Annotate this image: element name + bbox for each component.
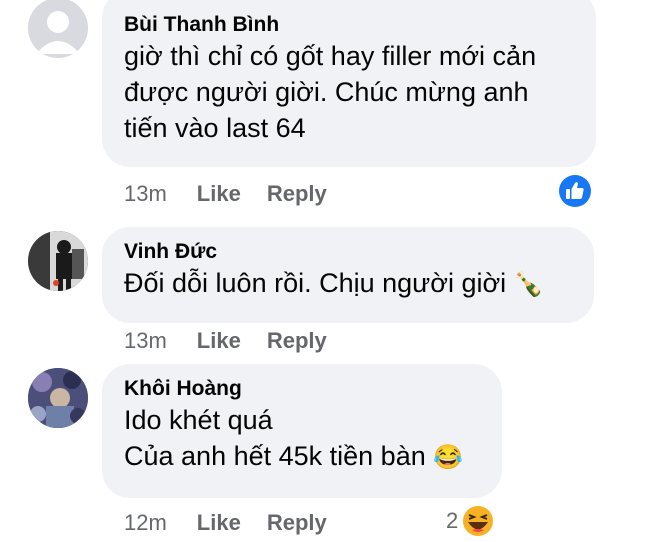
profile-photo-icon: [28, 231, 88, 291]
avatar[interactable]: [28, 0, 88, 58]
comment-text-line: được người giời. Chúc mừng anh: [124, 77, 529, 107]
comment-text: Của anh hết 45k tiền bàn 😂: [124, 438, 480, 476]
reply-button[interactable]: Reply: [267, 328, 327, 354]
timestamp[interactable]: 13m: [124, 181, 167, 207]
timestamp[interactable]: 13m: [124, 328, 167, 354]
like-button[interactable]: Like: [197, 181, 241, 207]
comment-actions: 12m Like Reply: [124, 510, 327, 536]
comment-text-line: Ido khét quá: [124, 405, 273, 435]
comment-actions: 13m Like Reply: [124, 328, 327, 354]
comment-author[interactable]: Khôi Hoàng: [124, 376, 480, 402]
comment-bubble: Khôi Hoàng Ido khét quá Của anh hết 45k …: [102, 364, 502, 498]
like-button[interactable]: Like: [197, 328, 241, 354]
comment-author[interactable]: Vinh Đức: [124, 239, 572, 265]
comment-author[interactable]: Bùi Thanh Bình: [124, 12, 574, 38]
comment-actions: 13m Like Reply: [124, 181, 327, 207]
comment-text: Đối dỗi luôn rồi. Chịu người giời 🍾: [124, 265, 572, 303]
comment-bubble: Vinh Đức Đối dỗi luôn rồi. Chịu người gi…: [102, 227, 594, 323]
default-profile-icon: [28, 0, 88, 58]
champagne-emoji-icon: 🍾: [513, 271, 544, 298]
comment-bubble: Bùi Thanh Bình giờ thì chỉ có gốt hay fi…: [102, 0, 596, 167]
comment-text-line: Của anh hết 45k tiền bàn: [124, 441, 426, 471]
profile-photo-icon: [28, 368, 88, 428]
like-reaction-icon: [557, 173, 593, 209]
avatar[interactable]: [28, 368, 88, 428]
reaction-count: 2: [446, 508, 459, 533]
haha-reaction-icon: [461, 504, 496, 538]
reaction-summary[interactable]: 2: [446, 503, 496, 539]
reply-button[interactable]: Reply: [267, 181, 327, 207]
reaction-summary[interactable]: [556, 172, 594, 210]
reply-button[interactable]: Reply: [267, 510, 327, 536]
timestamp[interactable]: 12m: [124, 510, 167, 536]
comment-text-line: tiến vào last 64: [124, 113, 306, 143]
laughing-emoji-icon: 😂: [433, 444, 464, 471]
comment-text-line: Đối dỗi luôn rồi. Chịu người giời: [124, 268, 507, 298]
comment-text-line: giờ thì chỉ có gốt hay filler mới cản: [124, 41, 537, 71]
avatar[interactable]: [28, 231, 88, 291]
like-button[interactable]: Like: [197, 510, 241, 536]
